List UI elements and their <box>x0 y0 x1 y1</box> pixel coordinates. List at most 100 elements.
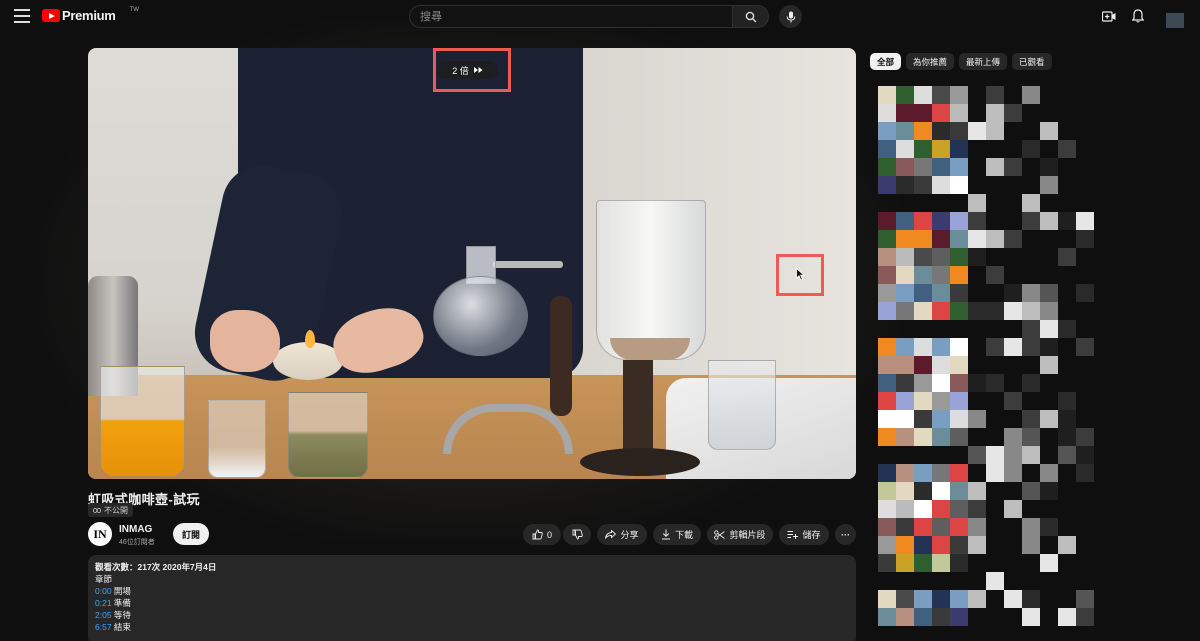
mosaic-tile <box>878 212 896 230</box>
mosaic-tile <box>1022 338 1040 356</box>
mosaic-tile <box>968 212 986 230</box>
chip-watched[interactable]: 已觀看 <box>1012 53 1052 70</box>
mosaic-tile <box>878 518 896 536</box>
chip-recently-uploaded[interactable]: 最新上傳 <box>959 53 1008 70</box>
mosaic-tile <box>932 536 950 554</box>
clip-label: 剪輯片段 <box>729 530 766 540</box>
scene-hand <box>210 310 280 372</box>
mosaic-tile <box>878 248 896 266</box>
mosaic-tile <box>932 338 950 356</box>
create-video-button[interactable] <box>1101 8 1117 24</box>
mosaic-tile <box>950 122 968 140</box>
brand-region: TW <box>129 6 139 13</box>
mosaic-tile <box>950 212 968 230</box>
dislike-button[interactable] <box>563 524 591 545</box>
chip-all[interactable]: 全部 <box>870 53 902 70</box>
mosaic-tile <box>896 518 914 536</box>
mosaic-tile <box>950 338 968 356</box>
search-input[interactable] <box>409 5 732 28</box>
mosaic-tile <box>1004 446 1022 464</box>
mosaic-tile <box>968 590 986 608</box>
mosaic-tile <box>932 266 950 284</box>
mosaic-tile <box>878 500 896 518</box>
mosaic-tile <box>1022 86 1040 104</box>
like-button[interactable]: 0 <box>523 524 561 545</box>
mosaic-tile <box>932 500 950 518</box>
mosaic-tile <box>1058 446 1076 464</box>
mosaic-tile <box>896 212 914 230</box>
mosaic-tile <box>932 518 950 536</box>
mosaic-tile <box>1040 302 1058 320</box>
mosaic-tile <box>1076 212 1094 230</box>
mosaic-tile <box>1076 284 1094 302</box>
recommendations-pixelated[interactable] <box>878 86 1094 641</box>
more-actions-button[interactable]: ··· <box>835 524 856 545</box>
mosaic-tile <box>932 554 950 572</box>
subscribe-button[interactable]: 訂閱 <box>173 523 209 545</box>
mosaic-tile <box>1058 608 1076 626</box>
chapter-item: 6:57 結束 <box>95 621 849 633</box>
mosaic-tile <box>1022 194 1040 212</box>
mosaic-tile <box>914 122 932 140</box>
chapter-timestamp[interactable]: 2:05 <box>95 610 112 620</box>
mosaic-tile <box>968 410 986 428</box>
mosaic-tile <box>986 374 1004 392</box>
search-button[interactable] <box>732 5 769 28</box>
voice-search-button[interactable] <box>779 5 802 28</box>
mosaic-tile <box>968 518 986 536</box>
chapter-item: 0:21 準備 <box>95 597 849 609</box>
chapter-timestamp[interactable]: 6:57 <box>95 622 112 632</box>
scene-water-glass <box>708 360 776 450</box>
channel-name[interactable]: INMAG <box>119 524 152 535</box>
mosaic-tile <box>914 464 932 482</box>
mosaic-tile <box>1040 212 1058 230</box>
chapter-timestamp[interactable]: 0:00 <box>95 586 112 596</box>
mosaic-tile <box>896 248 914 266</box>
mosaic-tile <box>968 122 986 140</box>
mosaic-tile <box>896 86 914 104</box>
bell-icon <box>1132 9 1144 23</box>
mosaic-tile <box>1058 428 1076 446</box>
mosaic-tile <box>1058 410 1076 428</box>
mosaic-tile <box>1058 212 1076 230</box>
scissors-icon <box>714 529 726 540</box>
chapter-timestamp[interactable]: 0:21 <box>95 598 112 608</box>
youtube-premium-logo[interactable]: Premium TW <box>42 6 139 23</box>
mosaic-tile <box>878 608 896 626</box>
mosaic-tile <box>878 140 896 158</box>
account-avatar[interactable] <box>1166 13 1184 28</box>
description-box[interactable]: 觀看次數：217次 2020年7月4日 章節 0:00 開場 0:21 準備 2… <box>88 555 856 641</box>
mosaic-tile <box>914 590 932 608</box>
menu-icon[interactable] <box>14 9 30 23</box>
mosaic-tile <box>1004 464 1022 482</box>
mosaic-tile <box>932 284 950 302</box>
mosaic-tile <box>950 284 968 302</box>
mosaic-tile <box>932 590 950 608</box>
scene-flame <box>305 330 315 348</box>
mosaic-tile <box>1076 464 1094 482</box>
download-button[interactable]: 下載 <box>653 524 701 545</box>
mosaic-tile <box>950 230 968 248</box>
create-video-icon <box>1102 10 1116 22</box>
mic-icon <box>786 11 795 22</box>
clip-button[interactable]: 剪輯片段 <box>707 524 773 545</box>
mosaic-tile <box>932 482 950 500</box>
mosaic-tile <box>896 482 914 500</box>
mosaic-tile <box>1022 536 1040 554</box>
scene-beans-cup <box>288 392 368 478</box>
mosaic-tile <box>986 572 1004 590</box>
chip-recommended[interactable]: 為你推薦 <box>906 53 955 70</box>
mosaic-tile <box>950 410 968 428</box>
mosaic-tile <box>878 482 896 500</box>
scene-sugar-cup <box>208 400 266 478</box>
notifications-button[interactable] <box>1130 8 1146 24</box>
share-button[interactable]: 分享 <box>597 524 647 545</box>
mosaic-tile <box>986 104 1004 122</box>
channel-avatar[interactable]: IN <box>88 522 112 546</box>
video-player[interactable]: 2 倍 <box>88 48 856 479</box>
save-button[interactable]: 儲存 <box>779 524 829 545</box>
mosaic-tile <box>878 230 896 248</box>
mosaic-tile <box>878 86 896 104</box>
mosaic-tile <box>1022 302 1040 320</box>
chapter-label: 開場 <box>113 586 131 596</box>
